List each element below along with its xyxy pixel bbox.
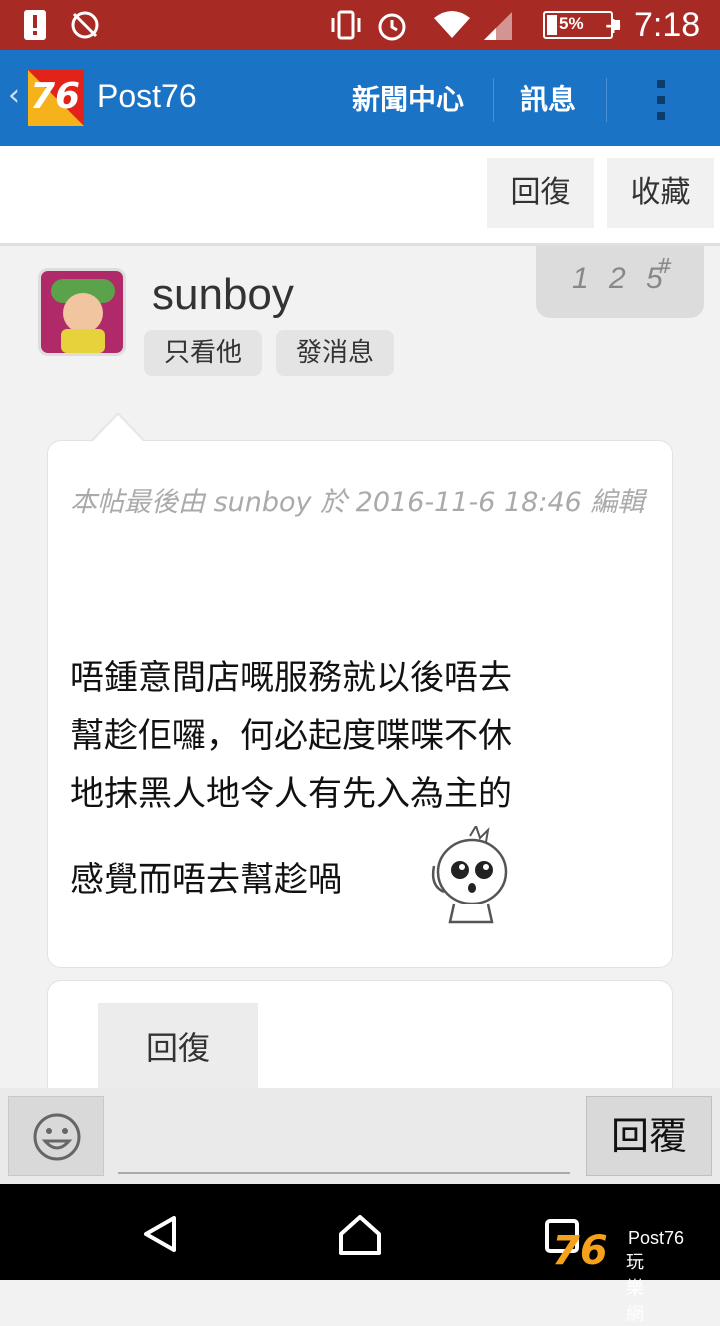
post-body: 本帖最後由 sunboy 於 2016-11-6 18:46 編輯 唔鍾意間店嘅… [47, 440, 673, 968]
floor-number-badge: 1 2 5 # [536, 246, 704, 318]
no-sync-icon [70, 10, 100, 47]
thread-action-bar: 回復 收藏 [0, 146, 720, 246]
emoji-button[interactable] [8, 1096, 104, 1176]
app-title[interactable]: Post76 [97, 78, 197, 115]
post-username[interactable]: sunboy [152, 270, 294, 320]
tab-divider [606, 78, 607, 122]
avatar[interactable] [38, 268, 126, 356]
watermark-subtitle: 玩樂網 [626, 1252, 648, 1325]
smiley-sticker-icon [428, 823, 512, 926]
post-content: 唔鍾意間店嘅服務就以後唔去 幫趁佢囉，何必起度喋喋不休 地抹黑人地令人有先入為主… [70, 649, 630, 909]
smiley-icon [33, 1113, 81, 1161]
charging-plus-icon: + [604, 14, 623, 39]
tab-messages[interactable]: 訊息 [520, 78, 576, 118]
signal-icon [482, 10, 514, 47]
bubble-tail-fill [92, 415, 144, 442]
only-him-button[interactable]: 只看他 [144, 330, 262, 376]
post-reply-button[interactable]: 回復 [98, 1003, 258, 1093]
edit-note: 本帖最後由 sunboy 於 2016-11-6 18:46 編輯 [70, 487, 645, 518]
content-line: 地抹黑人地令人有先入為主的 [70, 774, 512, 814]
reply-text-input[interactable] [118, 1108, 570, 1174]
send-reply-button[interactable]: 回覆 [586, 1096, 712, 1176]
overflow-menu-icon[interactable] [657, 80, 667, 128]
alert-icon [22, 10, 48, 47]
watermark-logo: 76 [552, 1228, 608, 1274]
tab-news-center[interactable]: 新聞中心 [352, 78, 464, 118]
content-line: 幫趁佢囉，何必起度喋喋不休 [70, 716, 512, 756]
favorite-button[interactable]: 收藏 [607, 158, 714, 228]
app-bar: ‹ 76 Post76 新聞中心 訊息 [0, 50, 720, 146]
back-icon[interactable]: ‹ [8, 78, 20, 113]
system-navigation-bar [0, 1184, 720, 1280]
post76-logo[interactable]: 76 [28, 70, 84, 126]
tab-divider [493, 78, 494, 122]
reply-button[interactable]: 回復 [487, 158, 594, 228]
content-line: 唔鍾意間店嘅服務就以後唔去 [70, 658, 512, 698]
send-message-button[interactable]: 發消息 [276, 330, 394, 376]
battery-icon: 5% [543, 11, 620, 39]
floor-mark: # [656, 254, 673, 278]
nav-back-icon[interactable] [140, 1214, 180, 1258]
content-line: 感覺而唔去幫趁喎 [70, 860, 342, 900]
clock: 7:18 [634, 6, 701, 44]
nav-home-icon[interactable] [338, 1214, 382, 1260]
battery-percent: 5% [559, 14, 584, 33]
vibrate-icon [328, 10, 364, 47]
floor-number: 1 2 5 [572, 262, 669, 295]
reply-input-bar: 回覆 [0, 1088, 720, 1184]
watermark-name: Post76 [628, 1228, 685, 1248]
status-bar: 5% + 7:18 [0, 0, 720, 50]
wifi-icon [432, 10, 472, 47]
alarm-icon [376, 10, 408, 49]
